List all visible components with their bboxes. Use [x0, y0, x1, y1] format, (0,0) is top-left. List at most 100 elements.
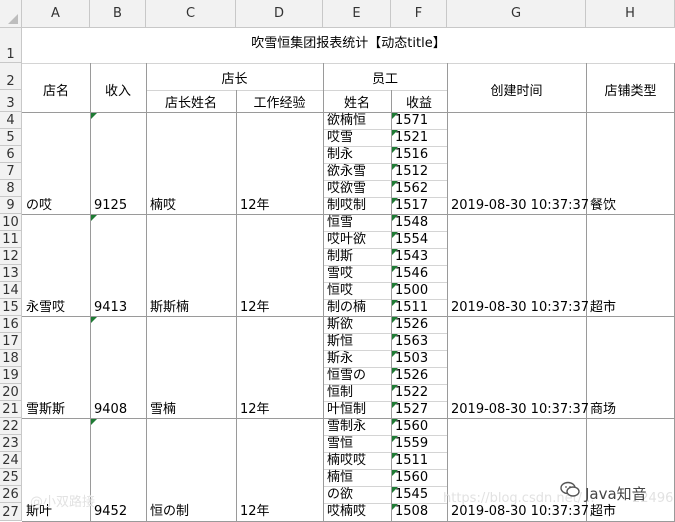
header-staff-name[interactable]: 姓名: [323, 92, 391, 111]
staff-name-cell[interactable]: の欲: [327, 487, 353, 503]
staff-income-cell[interactable]: 1559: [395, 436, 428, 452]
staff-name-cell[interactable]: 恒制: [327, 385, 353, 401]
row-header[interactable]: 8: [0, 180, 22, 197]
staff-name-cell[interactable]: 哎雪: [327, 130, 353, 146]
staff-income-cell[interactable]: 1511: [395, 453, 428, 469]
header-created-time[interactable]: 创建时间: [447, 80, 586, 99]
created-time-cell[interactable]: 2019-08-30 10:37:37: [451, 504, 589, 520]
staff-name-cell[interactable]: 哎楠哎: [327, 504, 366, 520]
staff-income-cell[interactable]: 1527: [395, 402, 428, 418]
staff-name-cell[interactable]: 制斯: [327, 249, 353, 265]
store-type-cell[interactable]: 超市: [590, 300, 616, 316]
row-header[interactable]: 12: [0, 248, 22, 265]
staff-name-cell[interactable]: 雪制永: [327, 419, 366, 435]
report-title[interactable]: 吹雪恒集团报表统计【动态title】: [22, 36, 675, 52]
staff-income-cell[interactable]: 1543: [395, 249, 428, 265]
column-header-e[interactable]: E: [323, 0, 391, 28]
row-header[interactable]: 20: [0, 384, 22, 401]
store-type-cell[interactable]: 商场: [590, 402, 616, 418]
column-header-g[interactable]: G: [447, 0, 586, 28]
row-header[interactable]: 2: [0, 63, 22, 90]
staff-name-cell[interactable]: 斯欲: [327, 317, 353, 333]
store-type-cell[interactable]: 餐饮: [590, 198, 616, 214]
row-header[interactable]: 27: [0, 503, 22, 521]
select-all-corner[interactable]: [0, 0, 22, 28]
created-time-cell[interactable]: 2019-08-30 10:37:37: [451, 300, 589, 316]
staff-income-cell[interactable]: 1516: [395, 147, 428, 163]
row-header[interactable]: 10: [0, 214, 22, 231]
work-experience-cell[interactable]: 12年: [240, 504, 270, 520]
staff-income-cell[interactable]: 1546: [395, 266, 428, 282]
staff-income-cell[interactable]: 1560: [395, 419, 428, 435]
row-header[interactable]: 23: [0, 435, 22, 452]
staff-income-cell[interactable]: 1526: [395, 368, 428, 384]
column-header-f[interactable]: F: [391, 0, 447, 28]
work-experience-cell[interactable]: 12年: [240, 198, 270, 214]
header-manager-group[interactable]: 店长: [146, 68, 323, 87]
row-header[interactable]: 18: [0, 350, 22, 367]
staff-income-cell[interactable]: 1571: [395, 113, 428, 129]
manager-name-cell[interactable]: 斯斯楠: [150, 300, 189, 316]
staff-income-cell[interactable]: 1511: [395, 300, 428, 316]
staff-income-cell[interactable]: 1522: [395, 385, 428, 401]
staff-income-cell[interactable]: 1526: [395, 317, 428, 333]
manager-name-cell[interactable]: 恒の制: [150, 504, 189, 520]
income-cell[interactable]: 9125: [94, 198, 127, 214]
column-header-a[interactable]: A: [22, 0, 90, 28]
row-header[interactable]: 21: [0, 401, 22, 418]
staff-income-cell[interactable]: 1517: [395, 198, 428, 214]
store-name-cell[interactable]: の哎: [26, 198, 52, 214]
row-header[interactable]: 5: [0, 129, 22, 146]
header-work-experience[interactable]: 工作经验: [236, 92, 323, 111]
staff-name-cell[interactable]: 恒哎: [327, 283, 353, 299]
staff-name-cell[interactable]: 哎叶欲: [327, 232, 366, 248]
staff-name-cell[interactable]: 制の楠: [327, 300, 366, 316]
staff-name-cell[interactable]: 斯恒: [327, 334, 353, 350]
staff-name-cell[interactable]: 楠哎哎: [327, 453, 366, 469]
row-header[interactable]: 26: [0, 486, 22, 503]
staff-name-cell[interactable]: 雪恒: [327, 436, 353, 452]
row-header[interactable]: 22: [0, 418, 22, 435]
staff-name-cell[interactable]: 哎欲雪: [327, 181, 366, 197]
staff-income-cell[interactable]: 1560: [395, 470, 428, 486]
row-header[interactable]: 11: [0, 231, 22, 248]
created-time-cell[interactable]: 2019-08-30 10:37:37: [451, 402, 589, 418]
income-cell[interactable]: 9413: [94, 300, 127, 316]
header-income[interactable]: 收入: [90, 80, 146, 99]
row-header[interactable]: 7: [0, 163, 22, 180]
staff-income-cell[interactable]: 1500: [395, 283, 428, 299]
staff-name-cell[interactable]: 欲楠恒: [327, 113, 366, 129]
staff-income-cell[interactable]: 1545: [395, 487, 428, 503]
created-time-cell[interactable]: 2019-08-30 10:37:37: [451, 198, 589, 214]
staff-name-cell[interactable]: 制永: [327, 147, 353, 163]
store-name-cell[interactable]: 永雪哎: [26, 300, 65, 316]
staff-income-cell[interactable]: 1503: [395, 351, 428, 367]
row-header[interactable]: 25: [0, 469, 22, 486]
manager-name-cell[interactable]: 雪楠: [150, 402, 176, 418]
column-header-h[interactable]: H: [586, 0, 675, 28]
staff-income-cell[interactable]: 1508: [395, 504, 428, 520]
header-store-name[interactable]: 店名: [22, 80, 90, 99]
row-header[interactable]: 3: [0, 90, 22, 112]
staff-name-cell[interactable]: 叶恒制: [327, 402, 366, 418]
header-manager-name[interactable]: 店长姓名: [146, 92, 236, 111]
income-cell[interactable]: 9452: [94, 504, 127, 520]
row-header[interactable]: 4: [0, 112, 22, 129]
header-store-type[interactable]: 店铺类型: [586, 80, 675, 99]
row-header[interactable]: 16: [0, 316, 22, 333]
income-cell[interactable]: 9408: [94, 402, 127, 418]
row-header[interactable]: 24: [0, 452, 22, 469]
staff-name-cell[interactable]: 恒雪: [327, 215, 353, 231]
row-header[interactable]: 1: [0, 28, 22, 63]
staff-income-cell[interactable]: 1521: [395, 130, 428, 146]
header-staff-group[interactable]: 员工: [323, 68, 447, 87]
row-header[interactable]: 9: [0, 197, 22, 214]
work-experience-cell[interactable]: 12年: [240, 402, 270, 418]
staff-name-cell[interactable]: 欲永雪: [327, 164, 366, 180]
staff-income-cell[interactable]: 1554: [395, 232, 428, 248]
staff-income-cell[interactable]: 1563: [395, 334, 428, 350]
header-staff-income[interactable]: 收益: [391, 92, 447, 111]
row-header[interactable]: 17: [0, 333, 22, 350]
column-header-d[interactable]: D: [236, 0, 323, 28]
staff-income-cell[interactable]: 1512: [395, 164, 428, 180]
